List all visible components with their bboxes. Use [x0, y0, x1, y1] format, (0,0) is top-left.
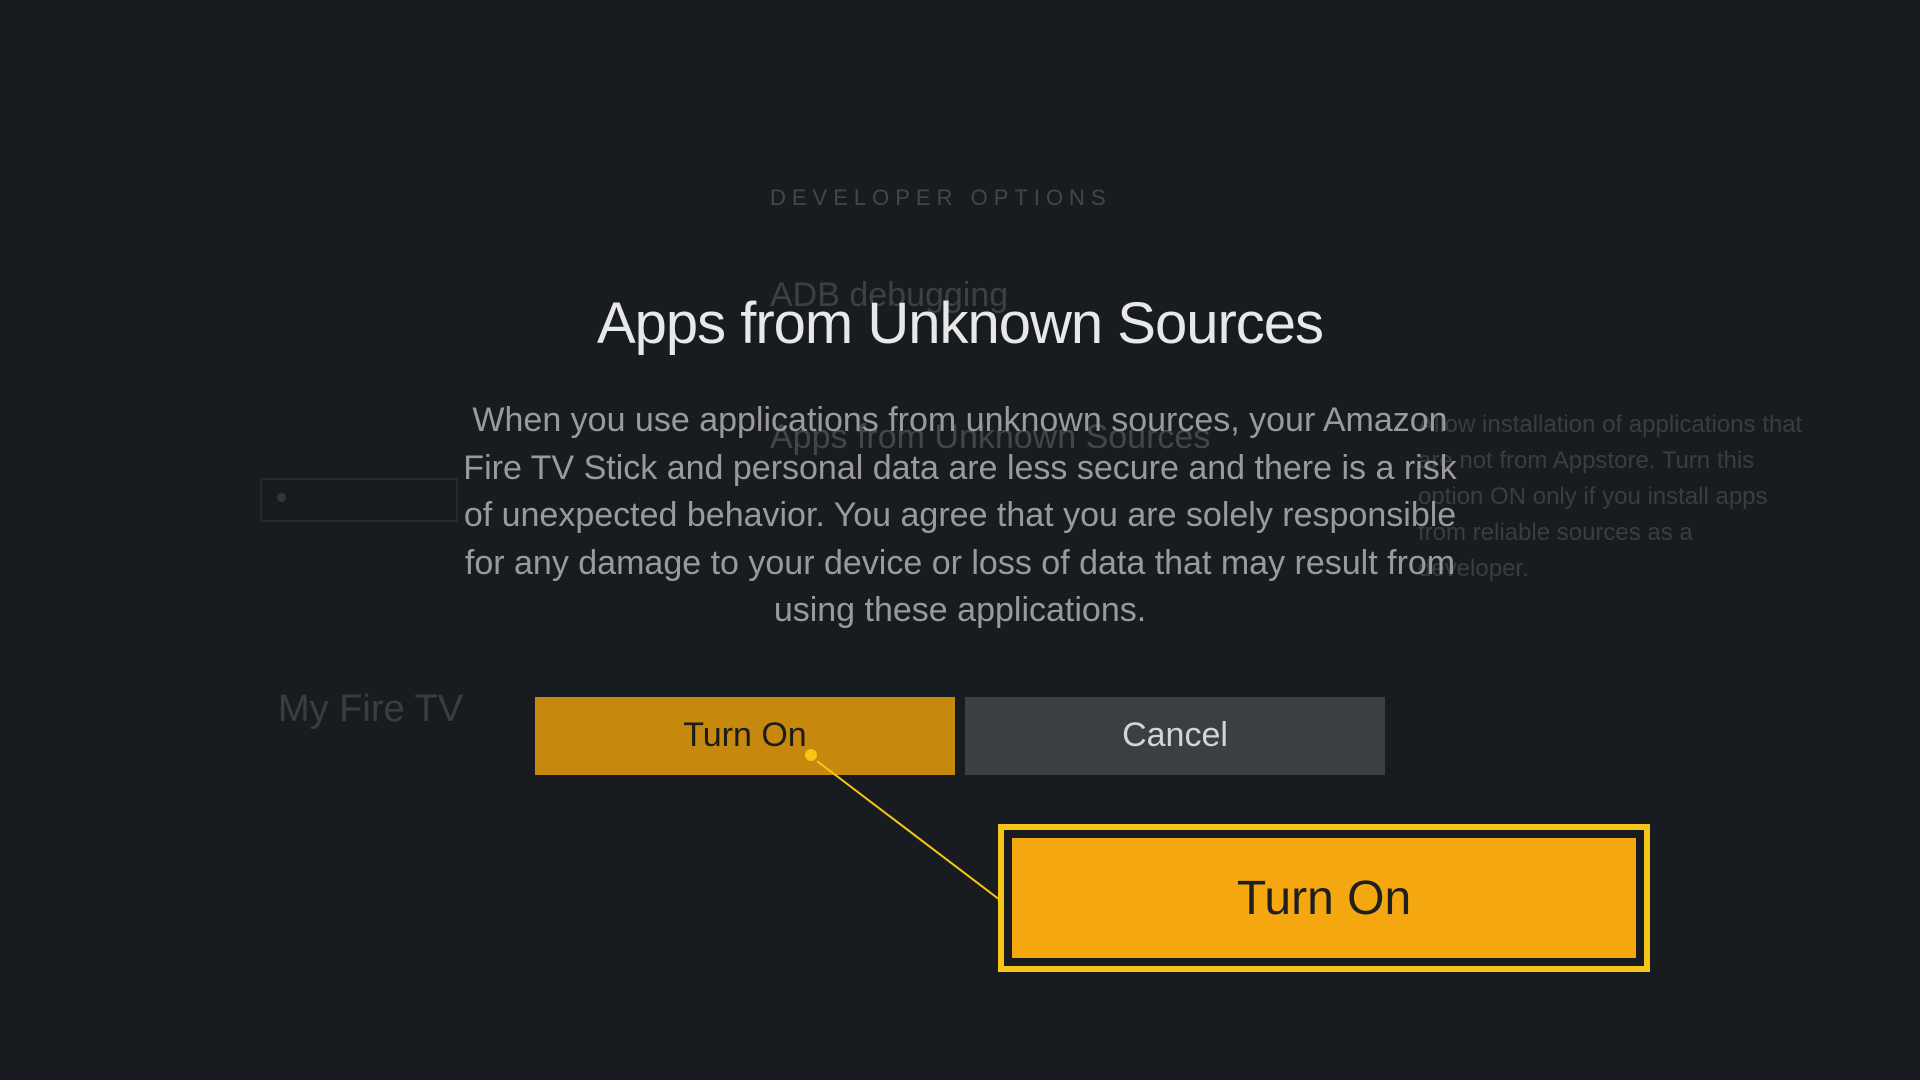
annotation-callout-button: Turn On — [1012, 838, 1636, 958]
annotation-connector-dot — [805, 749, 817, 761]
turn-on-button[interactable]: Turn On — [535, 697, 955, 775]
background-help-text: Allow installation of applications that … — [1418, 407, 1808, 587]
background-sidebar-label: My Fire TV — [278, 688, 463, 731]
confirmation-dialog: Apps from Unknown Sources When you use a… — [460, 290, 1460, 775]
annotation-callout-frame: Turn On — [998, 824, 1650, 972]
cancel-button[interactable]: Cancel — [965, 697, 1385, 775]
dialog-body-text: When you use applications from unknown s… — [460, 397, 1460, 635]
background-sidebar-box — [260, 478, 458, 522]
dialog-title: Apps from Unknown Sources — [460, 290, 1460, 357]
background-header: DEVELOPER OPTIONS — [770, 185, 1112, 211]
background-sidebar-dot — [277, 493, 286, 502]
dialog-button-row: Turn On Cancel — [460, 697, 1460, 775]
